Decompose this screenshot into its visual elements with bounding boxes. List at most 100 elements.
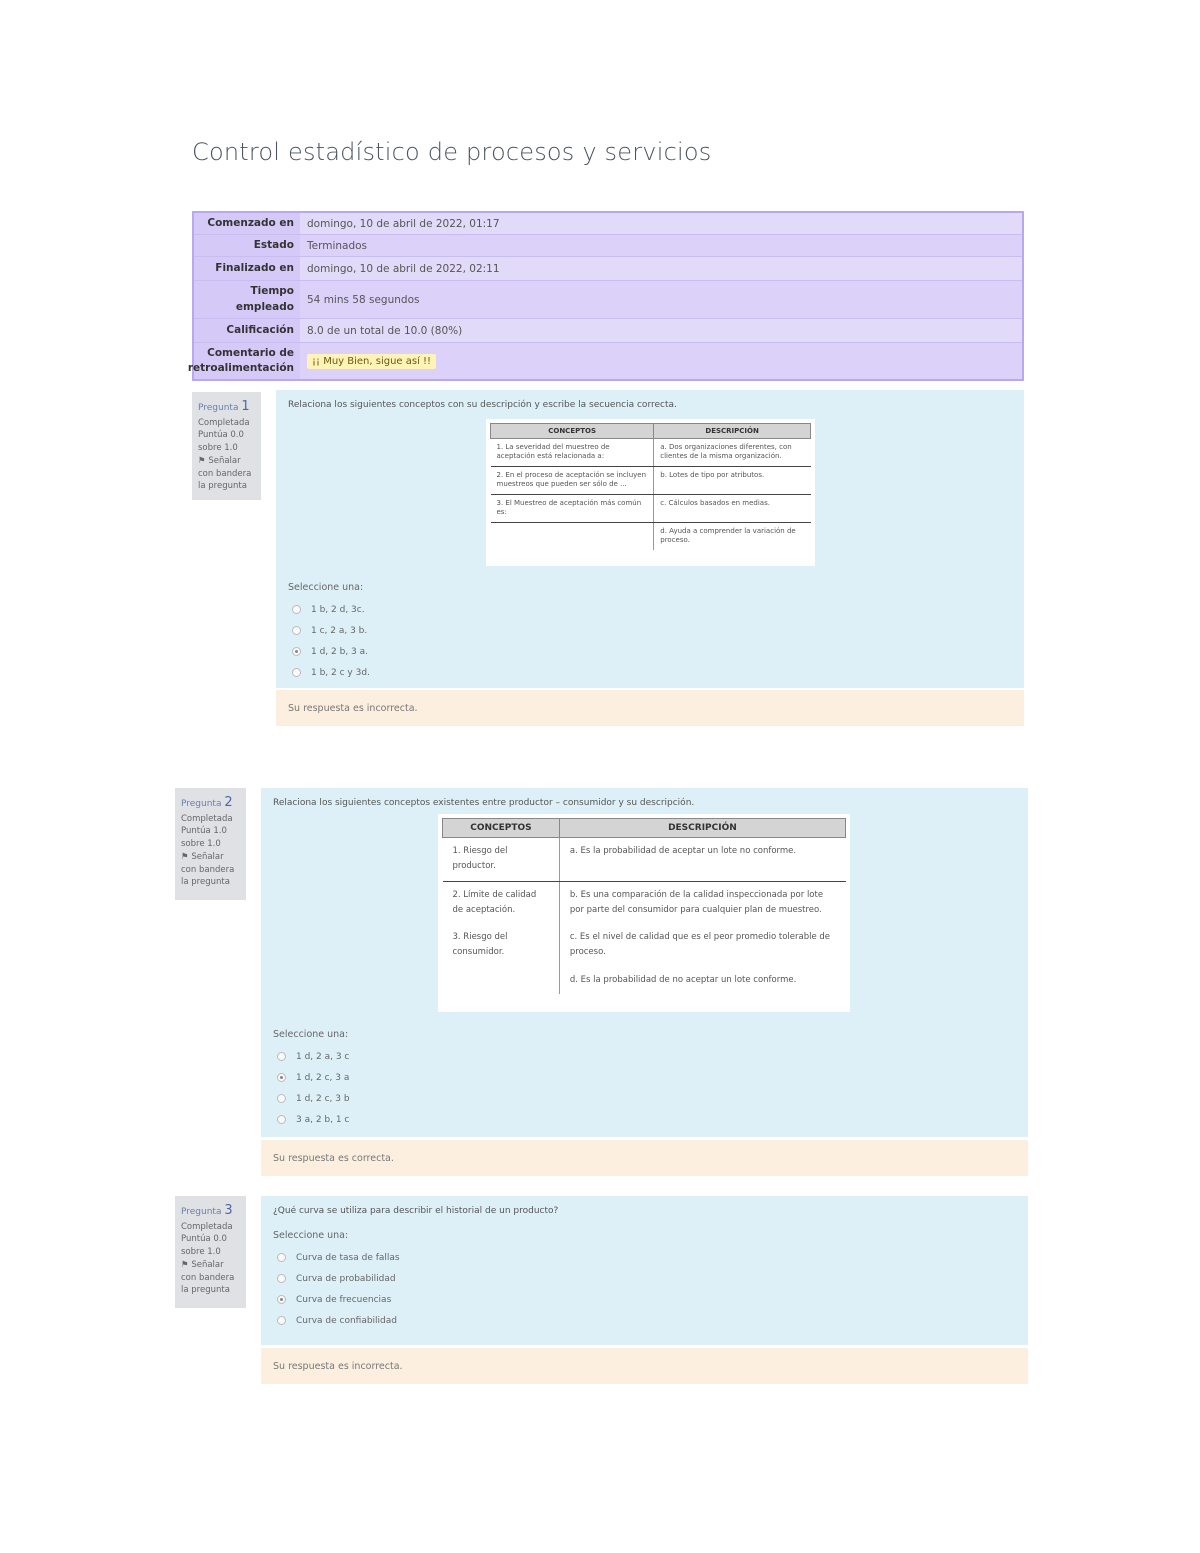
question-prompt: Relaciona los siguientes conceptos con s… <box>288 400 677 410</box>
summary-value: domingo, 10 de abril de 2022, 01:17 <box>300 213 1022 234</box>
question-score: Puntúa 0.0 sobre 1.0 <box>198 430 244 453</box>
question-1-table-image: CONCEPTOS DESCRIPCIÓN 1. La severidad de… <box>486 419 815 566</box>
summary-row-state: Estado Terminados <box>194 235 1022 257</box>
radio-button[interactable] <box>277 1094 286 1103</box>
table-cell <box>442 966 560 995</box>
answer-option[interactable]: Curva de confiabilidad <box>273 1310 1016 1331</box>
question-3-feedback: Su respuesta es incorrecta. <box>261 1348 1028 1384</box>
question-number-label: Pregunta <box>181 799 222 809</box>
radio-button[interactable] <box>277 1115 286 1124</box>
table-cell: d. Ayuda a comprender la variación de pr… <box>660 526 796 545</box>
feedback-chip: ¡¡ Muy Bien, sigue así !! <box>307 353 437 369</box>
summary-row-started: Comenzado en domingo, 10 de abril de 202… <box>194 213 1022 235</box>
answer-option[interactable]: Curva de tasa de fallas <box>273 1247 1016 1268</box>
question-3-content: ¿Qué curva se utiliza para describir el … <box>261 1196 1028 1345</box>
radio-button[interactable] <box>277 1253 286 1262</box>
table-cell: b. Lotes de tipo por atributos. <box>653 466 811 495</box>
flag-label: Señalar con bandera la pregunta <box>198 455 252 492</box>
flag-question-link[interactable]: ⚑ Señalar con bandera la pregunta <box>181 1259 240 1297</box>
answer-option[interactable]: 3 a, 2 b, 1 c <box>273 1109 350 1130</box>
summary-label: Calificación <box>194 319 300 342</box>
attempt-summary-table: Comenzado en domingo, 10 de abril de 202… <box>188 211 1024 381</box>
summary-value: 8.0 de un total de 10.0 (80%) <box>300 319 1022 342</box>
question-number-label: Pregunta <box>198 403 239 413</box>
radio-button-selected[interactable] <box>292 647 301 656</box>
flag-icon: ⚑ <box>198 455 206 466</box>
select-label: Seleccione una: <box>288 582 364 593</box>
question-2-answers: Seleccione una: 1 d, 2 a, 3 c 1 d, 2 c, … <box>273 1029 350 1130</box>
summary-label: Tiempo empleado <box>194 281 300 318</box>
table-cell: 2. Límite de calidad de aceptación. <box>442 881 560 925</box>
table-cell: c. Es el nivel de calidad que es el peor… <box>569 932 831 958</box>
answer-option[interactable]: 1 c, 2 a, 3 b. <box>288 620 370 641</box>
radio-button[interactable] <box>277 1316 286 1325</box>
question-2-info: Pregunta 2 Completada Puntúa 1.0 sobre 1… <box>175 788 246 900</box>
answer-option[interactable]: 1 b, 2 d, 3c. <box>288 599 370 620</box>
radio-button[interactable] <box>277 1052 286 1061</box>
radio-button[interactable] <box>292 668 301 677</box>
radio-button[interactable] <box>292 626 301 635</box>
table-cell: 1. Riesgo del productor. <box>442 837 560 882</box>
table-header: CONCEPTOS <box>489 423 655 439</box>
table-cell: a. Dos organizaciones diferentes, con cl… <box>653 438 811 467</box>
answer-option[interactable]: 1 d, 2 c, 3 a <box>273 1067 350 1088</box>
summary-row-feedback: Comentario de retroalimentación ¡¡ Muy B… <box>188 343 1022 379</box>
flag-icon: ⚑ <box>181 851 189 862</box>
table-cell <box>490 522 655 550</box>
summary-value: 54 mins 58 segundos <box>300 281 1022 318</box>
radio-button-selected[interactable] <box>277 1073 286 1082</box>
table-cell: 2. En el proceso de aceptación se incluy… <box>490 466 655 495</box>
select-label: Seleccione una: <box>273 1029 349 1040</box>
summary-row-grade: Calificación 8.0 de un total de 10.0 (80… <box>194 319 1022 343</box>
question-score: Puntúa 0.0 sobre 1.0 <box>181 1234 227 1257</box>
question-2-feedback: Su respuesta es correcta. <box>261 1140 1028 1176</box>
answer-option[interactable]: 1 b, 2 c y 3d. <box>288 662 370 683</box>
answer-option[interactable]: 1 d, 2 a, 3 c <box>273 1046 350 1067</box>
question-state: Completada <box>181 813 233 824</box>
question-number: 3 <box>224 1203 233 1218</box>
question-3-info: Pregunta 3 Completada Puntúa 0.0 sobre 1… <box>175 1196 246 1308</box>
summary-label: Comentario de retroalimentación <box>188 343 300 379</box>
question-2-table-image: CONCEPTOS DESCRIPCIÓN 1. Riesgo del prod… <box>438 814 850 1012</box>
table-cell: a. Es la probabilidad de aceptar un lote… <box>559 837 846 882</box>
table-cell: b. Es una comparación de la calidad insp… <box>569 889 824 915</box>
question-1-answers: Seleccione una: 1 b, 2 d, 3c. 1 c, 2 a, … <box>288 582 370 683</box>
question-1-feedback: Su respuesta es incorrecta. <box>276 690 1024 726</box>
flag-question-link[interactable]: ⚑ Señalar con bandera la pregunta <box>198 455 255 493</box>
summary-row-time: Tiempo empleado 54 mins 58 segundos <box>194 281 1022 319</box>
answer-option[interactable]: 1 d, 2 c, 3 b <box>273 1088 350 1109</box>
summary-label: Comenzado en <box>194 213 300 234</box>
question-number: 1 <box>241 399 250 414</box>
radio-button-selected[interactable] <box>277 1295 286 1304</box>
summary-label: Estado <box>194 235 300 256</box>
table-cell: 3. Riesgo del consumidor. <box>442 924 560 967</box>
summary-row-finished: Finalizado en domingo, 10 de abril de 20… <box>194 257 1022 281</box>
select-label: Seleccione una: <box>273 1230 349 1241</box>
table-cell: 1. La severidad del muestreo de aceptaci… <box>490 438 655 467</box>
page-title: Control estadístico de procesos y servic… <box>192 138 712 166</box>
question-1-info: Pregunta 1 Completada Puntúa 0.0 sobre 1… <box>192 392 261 500</box>
table-cell: 3. El Muestreo de aceptación más común e… <box>490 494 655 523</box>
table-header: CONCEPTOS <box>442 818 560 838</box>
question-number-label: Pregunta <box>181 1207 222 1217</box>
answer-option[interactable]: 1 d, 2 b, 3 a. <box>288 641 370 662</box>
table-cell: d. Es la probabilidad de no aceptar un l… <box>569 974 797 985</box>
table-header: DESCRIPCIÓN <box>653 423 811 439</box>
question-score: Puntúa 1.0 sobre 1.0 <box>181 826 227 849</box>
answer-option[interactable]: Curva de frecuencias <box>273 1289 1016 1310</box>
summary-value: domingo, 10 de abril de 2022, 02:11 <box>300 257 1022 280</box>
table-cell: c. Cálculos basados en medias. <box>653 494 811 523</box>
question-state: Completada <box>198 417 250 428</box>
flag-question-link[interactable]: ⚑ Señalar con bandera la pregunta <box>181 851 240 889</box>
answer-option[interactable]: Curva de probabilidad <box>273 1268 1016 1289</box>
summary-value: Terminados <box>300 235 1022 256</box>
radio-button[interactable] <box>277 1274 286 1283</box>
question-state: Completada <box>181 1221 233 1232</box>
question-prompt: Relaciona los siguientes conceptos exist… <box>273 798 695 808</box>
table-header: DESCRIPCIÓN <box>558 818 847 838</box>
summary-label: Finalizado en <box>194 257 300 280</box>
flag-icon: ⚑ <box>181 1259 189 1270</box>
flag-label: Señalar con bandera la pregunta <box>181 851 235 888</box>
question-prompt: ¿Qué curva se utiliza para describir el … <box>273 1206 559 1216</box>
radio-button[interactable] <box>292 605 301 614</box>
